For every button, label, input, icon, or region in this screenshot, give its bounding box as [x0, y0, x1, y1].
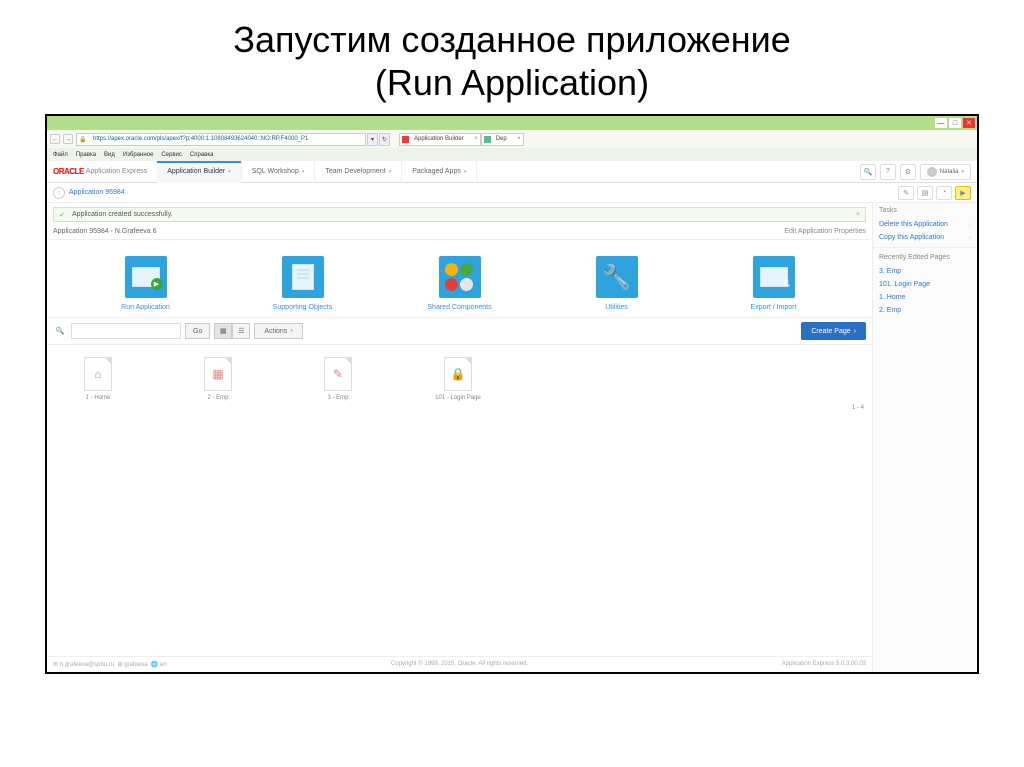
tab-packaged-apps[interactable]: Packaged Apps▾ [402, 161, 477, 183]
slide-title: Запустим созданное приложение(Run Applic… [0, 0, 1024, 114]
actions-menu-button[interactable]: Actions▾ [254, 323, 302, 339]
recent-heading: Recently Edited Pages [873, 250, 977, 265]
menu-view[interactable]: Вид [104, 152, 115, 158]
tile-utilities[interactable]: 🔧 Utilities [557, 256, 677, 311]
footer-version: Application Express 5.0.3.00.03 [782, 661, 866, 668]
oracle-logo: ORACLE [53, 167, 84, 176]
tile-shared-components[interactable]: Shared Components [400, 256, 520, 311]
page-card-home[interactable]: ⌂ 1 - Home [53, 357, 143, 401]
header-help-icon[interactable]: ? [880, 164, 896, 180]
menu-file[interactable]: Файл [53, 152, 68, 158]
page-card-101[interactable]: 🔒 101 - Login Page [413, 357, 503, 401]
screenshot-frame: — □ ✕ ← → https://apex.oracle.com/pls/ap… [45, 114, 979, 674]
browser-tab-active[interactable]: Application Builder× [399, 133, 481, 146]
dashboard-icon[interactable]: ◔ [936, 186, 952, 200]
page-card-2[interactable]: ▦ 2 - Emp [173, 357, 263, 401]
product-name: Application Express [86, 168, 147, 175]
utilities-icon: 🔧 [596, 256, 638, 298]
menu-tools[interactable]: Сервис [161, 152, 182, 158]
home-page-icon: ⌂ [84, 357, 112, 391]
url-input[interactable]: https://apex.oracle.com/pls/apex/f?p;400… [76, 133, 366, 146]
menu-help[interactable]: Справка [190, 152, 214, 158]
tab-app-builder[interactable]: Application Builder▾ [157, 161, 242, 183]
run-application-icon [125, 256, 167, 298]
footer-bar: ✉ n.grafeeva@spbu.ru ⊞ grafeeva 🌐 en Cop… [47, 656, 872, 672]
user-menu[interactable]: Natalia▾ [920, 164, 971, 180]
success-message: Application created successfully.× [53, 207, 866, 222]
view-list-icon[interactable]: ☰ [232, 323, 250, 339]
create-page-button[interactable]: Create Page› [801, 322, 866, 340]
header-search-icon[interactable]: 🔍 [860, 164, 876, 180]
search-icon: 🔍 [53, 324, 67, 338]
browser-window: — □ ✕ ← → https://apex.oracle.com/pls/ap… [47, 116, 977, 672]
sidebar: Tasks Delete this Application› Copy this… [872, 203, 977, 672]
delete-app-link[interactable]: Delete this Application› [873, 218, 977, 231]
go-up-icon[interactable]: ↑ [53, 187, 65, 199]
search-dropdown-icon[interactable]: ▾ [367, 133, 378, 146]
menu-edit[interactable]: Правка [76, 152, 96, 158]
refresh-icon[interactable]: ↻ [379, 133, 390, 146]
export-import-icon [753, 256, 795, 298]
view-grid-icon[interactable]: ▦ [214, 323, 232, 339]
forward-button[interactable]: → [63, 134, 73, 144]
tile-supporting-objects[interactable]: Supporting Objects [243, 256, 363, 311]
browser-menu-bar: Файл Правка Вид Избранное Сервис Справка [47, 148, 977, 161]
tile-run-application[interactable]: Run Application [86, 256, 206, 311]
shared-components-icon [439, 256, 481, 298]
close-message-icon[interactable]: × [856, 211, 860, 218]
page-card-3[interactable]: ✎ 3 - Emp [293, 357, 383, 401]
footer-copyright: Copyright © 1999, 2015, Oracle. All righ… [391, 661, 528, 667]
edit-app-properties-link[interactable]: Edit Application Properties [784, 228, 866, 235]
browser-address-bar: ← → https://apex.oracle.com/pls/apex/f?p… [47, 130, 977, 148]
go-button[interactable]: Go [185, 323, 210, 339]
tab-team-dev[interactable]: Team Development▾ [315, 161, 402, 183]
recent-page-link[interactable]: 101. Login Page [873, 278, 977, 291]
report-page-icon: ▦ [204, 357, 232, 391]
page-range-label: 1 - 4 [47, 405, 872, 414]
window-titlebar: — □ ✕ [47, 116, 977, 130]
edit-page-icon[interactable]: ✎ [898, 186, 914, 200]
browser-tab[interactable]: Dep× [481, 133, 524, 146]
supporting-objects-icon [282, 256, 324, 298]
main-column: Application created successfully.× Appli… [47, 203, 872, 672]
recent-page-link[interactable]: 2. Emp [873, 304, 977, 317]
recent-page-link[interactable]: 3. Emp [873, 265, 977, 278]
breadcrumb[interactable]: Application 95984 [69, 189, 125, 196]
menu-favorites[interactable]: Избранное [123, 152, 153, 158]
run-page-icon[interactable]: ▶ [955, 186, 971, 200]
search-input[interactable] [71, 323, 181, 339]
maximize-button[interactable]: □ [949, 118, 961, 128]
tab-sql-workshop[interactable]: SQL Workshop▾ [242, 161, 316, 183]
form-page-icon: ✎ [324, 357, 352, 391]
tasks-heading: Tasks [873, 203, 977, 218]
page-designer-icon[interactable]: ▤ [917, 186, 933, 200]
apex-header: ORACLE Application Express Application B… [47, 161, 977, 183]
minimize-button[interactable]: — [935, 118, 947, 128]
tile-export-import[interactable]: Export / Import [714, 256, 834, 311]
apex-app: ORACLE Application Express Application B… [47, 161, 977, 672]
recent-page-link[interactable]: 1. Home [873, 291, 977, 304]
app-title: Application 95984 - N.Grafeeva 6 [53, 228, 157, 235]
back-button[interactable]: ← [50, 134, 60, 144]
login-page-icon: 🔒 [444, 357, 472, 391]
breadcrumb-bar: ↑ Application 95984 ✎ ▤ ◔ ▶ [47, 183, 977, 203]
page-toolbar: 🔍 Go ▦ ☰ Actions▾ Create Page› [47, 317, 872, 345]
header-admin-icon[interactable]: ⚙ [900, 164, 916, 180]
close-window-button[interactable]: ✕ [963, 118, 975, 128]
footer-user: ✉ n.grafeeva@spbu.ru ⊞ grafeeva 🌐 en [53, 661, 167, 668]
copy-app-link[interactable]: Copy this Application› [873, 231, 977, 244]
